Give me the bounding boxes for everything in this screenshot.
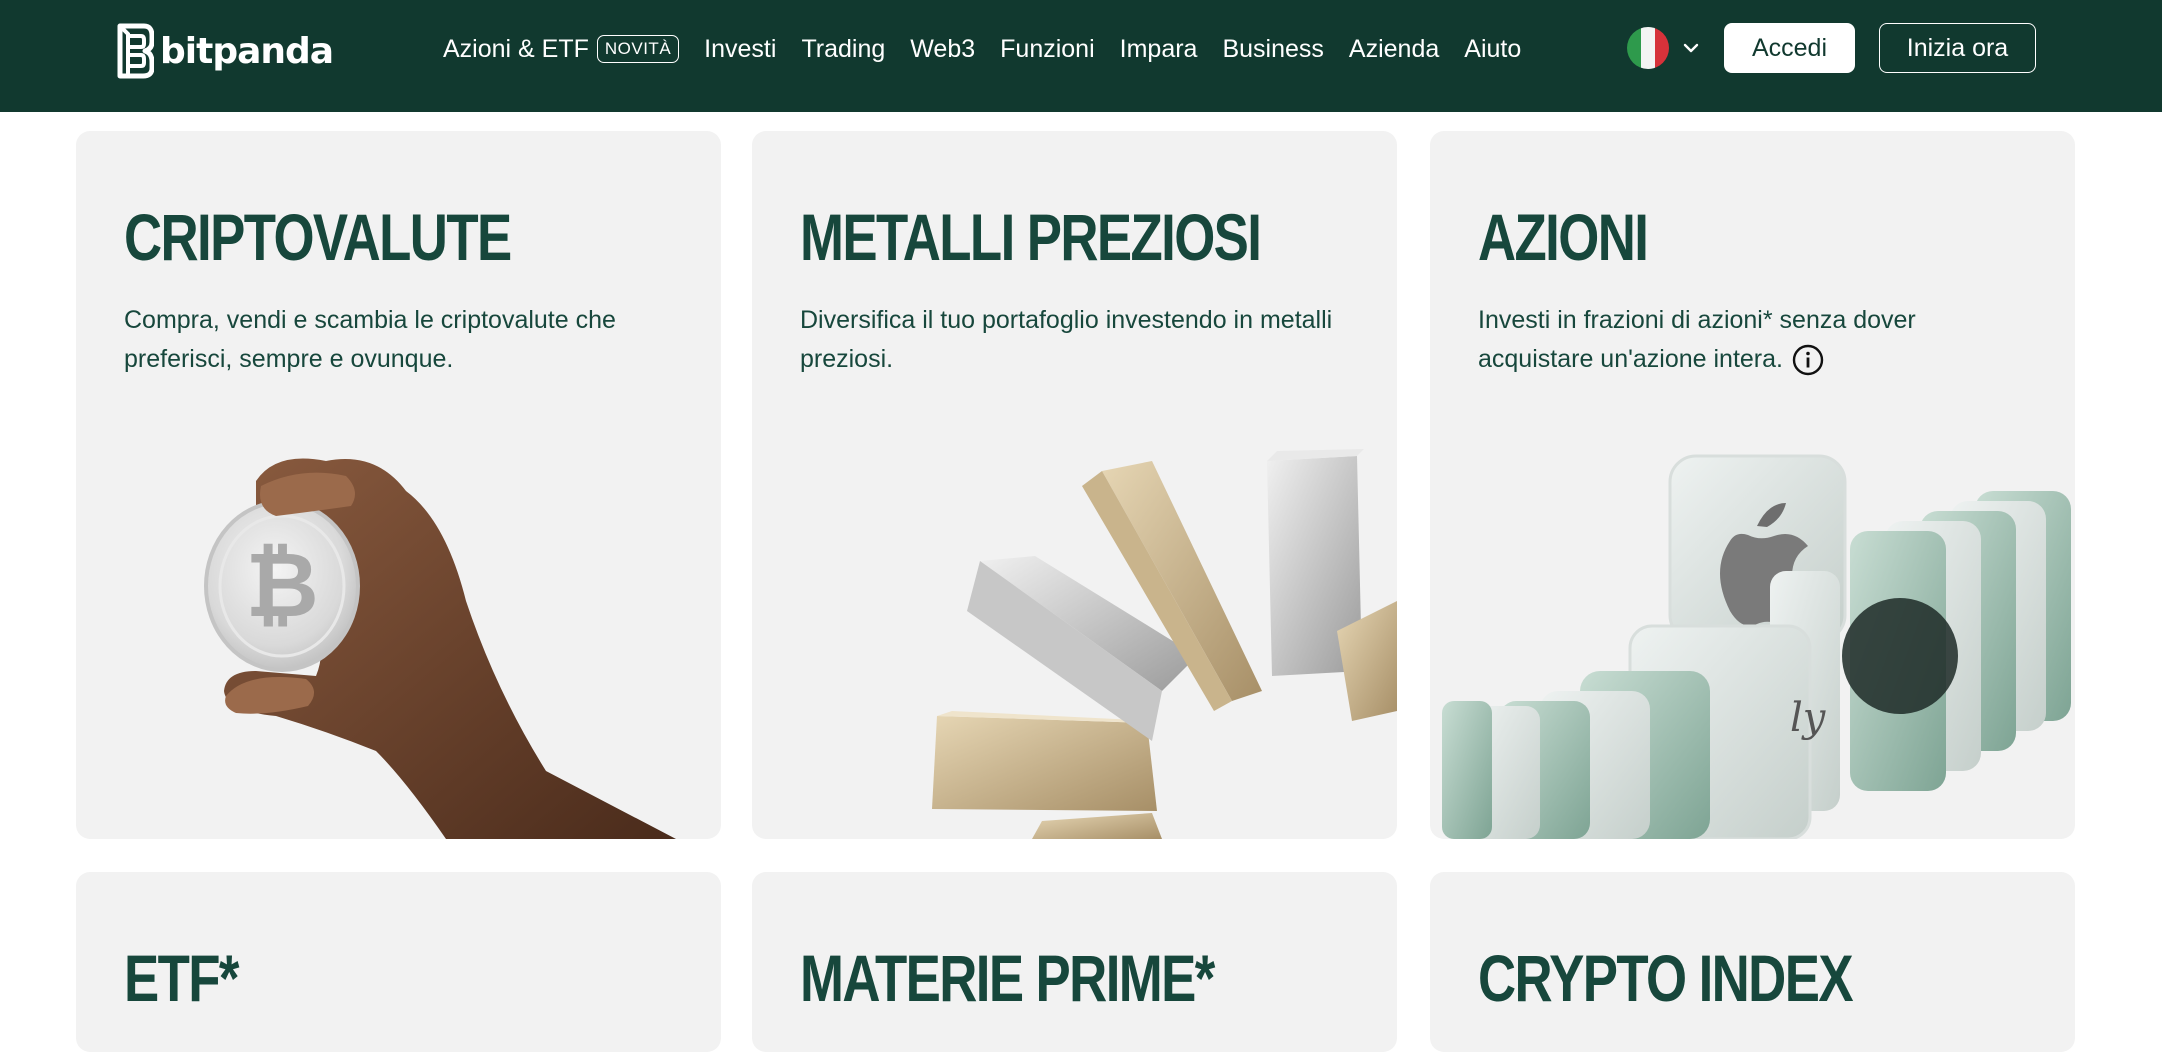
nav-item-trading[interactable]: Trading [801, 35, 885, 64]
product-card-commodities[interactable]: MATERIE PRIME* [752, 872, 1397, 1052]
product-card-etf[interactable]: ETF* [76, 872, 721, 1052]
svg-text:ly: ly [1790, 695, 1827, 741]
site-header: bitpanda Azioni & ETF NOVITÀ Investi Tra… [0, 0, 2162, 112]
product-card-crypto[interactable]: CRIPTOVALUTE Compra, vendi e scambia le … [76, 131, 721, 839]
nav-item-funzioni[interactable]: Funzioni [1000, 35, 1095, 64]
login-button[interactable]: Accedi [1724, 23, 1855, 73]
nav-item-aiuto[interactable]: Aiuto [1464, 35, 1521, 64]
stock-tiles-illustration: ly [1442, 454, 2071, 839]
product-card-crypto-index[interactable]: CRYPTO INDEX [1430, 872, 2075, 1052]
hand-holding-bitcoin-illustration: ₿ [204, 458, 676, 839]
nav-item-impara[interactable]: Impara [1120, 35, 1198, 64]
italy-flag-icon [1627, 27, 1669, 69]
nav-item-web3[interactable]: Web3 [910, 35, 975, 64]
signup-button[interactable]: Inizia ora [1879, 23, 2036, 73]
nav-item-azienda[interactable]: Azienda [1349, 35, 1439, 64]
svg-text:₿: ₿ [245, 533, 318, 638]
nav-item-label: Azioni & ETF [443, 34, 589, 63]
nav-item-investi[interactable]: Investi [704, 35, 776, 64]
main-nav: Azioni & ETF NOVITÀ Investi Trading Web3… [443, 0, 1546, 98]
card-title: ETF* [124, 941, 239, 1015]
nav-item-business[interactable]: Business [1222, 35, 1323, 64]
bitpanda-b-icon [117, 23, 154, 79]
logo-text: bitpanda [160, 30, 334, 72]
metal-bars-illustration [932, 449, 1397, 839]
product-card-metals[interactable]: METALLI PREZIOSI Diversifica il tuo port… [752, 131, 1397, 839]
chevron-down-icon [1683, 43, 1699, 53]
nav-item-azioni-etf[interactable]: Azioni & ETF NOVITÀ [443, 34, 680, 64]
product-card-stocks[interactable]: AZIONI Investi in frazioni di azioni* se… [1430, 131, 2075, 839]
language-selector[interactable] [1627, 27, 1699, 69]
card-title: CRYPTO INDEX [1478, 941, 1854, 1015]
card-title: MATERIE PRIME* [800, 941, 1215, 1015]
logo[interactable]: bitpanda [114, 22, 334, 80]
new-badge: NOVITÀ [596, 35, 680, 63]
